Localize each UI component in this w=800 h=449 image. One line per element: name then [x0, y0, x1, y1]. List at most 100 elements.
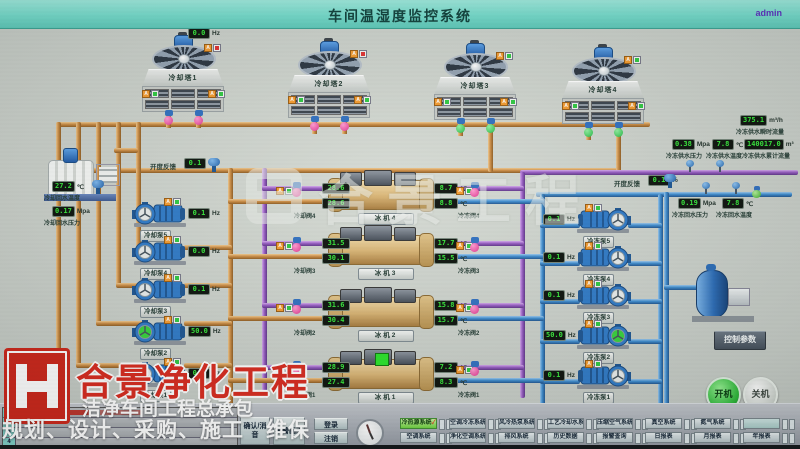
alarm-row[interactable]: 1	[3, 408, 237, 418]
water-pump[interactable]: 50.0Hz A 冷却泵2	[128, 314, 248, 358]
compressor-icon	[394, 289, 416, 303]
cooling-return-temp-label: 冷却回水温度	[44, 193, 80, 202]
nav-button[interactable]: 工艺冷却水系统✓	[547, 418, 584, 429]
nav-button[interactable]: ✓	[743, 418, 780, 429]
pump-frequency-display: 0.1Hz	[543, 290, 575, 301]
nav-button[interactable]: 净化空调系统✓	[449, 432, 486, 443]
cooling-in-temp-display: 31.5	[322, 238, 350, 249]
cooling-tower[interactable]: A 冷却塔2 A A	[286, 38, 372, 134]
tower-valve-icon[interactable]	[456, 118, 466, 133]
pump-icon	[575, 324, 631, 355]
tower-valve-icon[interactable]	[310, 116, 320, 131]
alarm-row-text	[16, 428, 237, 437]
tower-body: 冷却塔1	[142, 69, 224, 87]
nav-button[interactable]: 历史数据✓	[547, 432, 584, 443]
cooling-valve-icon[interactable]	[292, 361, 302, 376]
alarm-row-number: 1	[3, 408, 16, 417]
alarm-row[interactable]: 2	[3, 418, 237, 428]
butterfly-valve-icon[interactable]	[92, 180, 104, 194]
cooling-out-temp-display: 28.6	[322, 198, 350, 209]
water-pump[interactable]: 0.1Hz A 冷冻泵3	[543, 278, 663, 322]
cooling-return-pressure-display: 0.17Mpa	[52, 206, 90, 217]
alarm-row-number: 2	[3, 418, 16, 427]
nav-button[interactable]: 氮气系统✓	[694, 418, 731, 429]
nav-button[interactable]: 真空系统✓	[645, 418, 682, 429]
pipe	[664, 192, 669, 424]
plant-canvas: 27.2℃ 冷却回水温度 0.17Mpa 冷却回水压力 开度反馈 0.1% 开度…	[0, 28, 800, 403]
modulating-valve-icon[interactable]	[208, 158, 220, 172]
tower-label: 冷却塔4	[586, 86, 621, 96]
tower-label: 冷却塔2	[312, 80, 347, 90]
title-bar: 车间温湿度监控系统 admin	[0, 0, 800, 29]
control-params-button[interactable]: 控制参数	[714, 331, 766, 350]
water-pump[interactable]: 0.1Hz A 冷冻泵1	[543, 358, 663, 402]
tower-valve-icon[interactable]	[584, 122, 594, 137]
tower-valve-icon[interactable]	[486, 118, 496, 133]
tower-valve-icon[interactable]	[164, 110, 174, 125]
nav-button[interactable]: 月报表✓	[694, 432, 731, 443]
nav-button[interactable]: 报警查询✓	[596, 432, 633, 443]
cooling-valve-label: 冷却阀3	[294, 266, 315, 275]
compressor-icon	[364, 170, 392, 186]
nav-button[interactable]: 冷热源系统✓	[400, 418, 437, 429]
nav-button[interactable]: 日报表✓	[645, 432, 682, 443]
modulating-valve-icon[interactable]	[664, 174, 676, 188]
nav-button[interactable]: 空调系统✓	[400, 432, 437, 443]
expansion-tank[interactable]	[694, 266, 764, 324]
cooling-tower[interactable]: A 冷却塔4 A A	[560, 44, 646, 140]
nav-indicator	[782, 419, 795, 430]
supply-temp-display: 7.8℃	[712, 139, 743, 150]
tower-valve-icon[interactable]	[194, 110, 204, 125]
alarm-list[interactable]: 1 2 3 4	[2, 407, 238, 447]
cooling-tower[interactable]: 0.0Hz A 冷却塔1 A A	[140, 32, 226, 128]
chilled-valve-icon[interactable]	[470, 299, 480, 314]
water-pump[interactable]: 50.0Hz A 冷冻泵2	[543, 318, 663, 362]
nav-button[interactable]: 压缩空气系统✓	[596, 418, 633, 429]
chiller-unit[interactable]: 28.9 27.4 A 冷却阀1 冰机1 7.2℃ 8.3℃ A 冷冻阀1	[270, 357, 540, 407]
pressure-transmitter-icon	[702, 182, 710, 194]
cooling-in-temp-display: 31.6	[322, 300, 350, 311]
nav-button[interactable]: 空调冷冻系统✓	[449, 418, 486, 429]
nav-button[interactable]: 年报表✓	[743, 432, 780, 443]
chiller-unit[interactable]: 31.5 30.1 A 冷却阀3 冰机3 17.7℃ 15.5℃ A 冷冻阀3	[270, 233, 540, 283]
nav-button[interactable]: 排风系统✓	[498, 432, 535, 443]
tower-body: 冷却塔4	[562, 81, 644, 99]
cooling-valve-icon[interactable]	[292, 237, 302, 252]
cooling-valve-icon[interactable]	[292, 182, 302, 197]
login-button[interactable]: 登录	[314, 418, 348, 430]
cooling-tower[interactable]: A 冷却塔3 A A	[432, 40, 518, 136]
nav-indicator	[782, 433, 795, 444]
nav-button[interactable]: 风冷热泵系统✓	[498, 418, 535, 429]
chilled-valve-icon[interactable]	[470, 361, 480, 376]
ack-mute-button[interactable]: 确认/消音	[240, 417, 270, 445]
logged-in-user[interactable]: admin	[755, 8, 782, 18]
clock-widget	[356, 419, 384, 447]
shutoff-valve-icon[interactable]	[752, 186, 762, 198]
alarm-row[interactable]: 3	[3, 428, 237, 438]
pump-frequency-display: 0.1Hz	[543, 214, 575, 225]
tank-vessel	[696, 270, 728, 318]
chiller-unit[interactable]: 28.6 28.6 A 冷却阀4 冰机4 8.7℃ 8.8℃ A 冷冻阀4	[270, 178, 540, 228]
pump-frequency-display: 0.0Hz	[188, 246, 220, 257]
tower-fan-frequency-display: 0.0Hz	[188, 28, 220, 39]
cooling-valve-label: 冷却阀4	[294, 211, 315, 220]
water-pump[interactable]: 0.1Hz A 冷却泵3	[128, 272, 248, 316]
pump-icon	[132, 320, 188, 351]
alarm-page-button[interactable]: 报警画面	[273, 417, 305, 445]
chilled-valve-icon[interactable]	[470, 237, 480, 252]
cooling-return-pressure-label: 冷却回水压力	[44, 218, 80, 227]
pump-status-indicator: A	[585, 204, 602, 212]
tower-valve-icon[interactable]	[614, 122, 624, 137]
chiller-unit[interactable]: 31.6 30.4 A 冷却阀2 冰机2 15.8℃ 15.7℃ A 冷冻阀2	[270, 295, 540, 345]
cooling-out-temp-display: 30.4	[322, 315, 350, 326]
fan-status-indicator: A	[496, 52, 513, 60]
tower-status-indicator: A	[208, 90, 225, 98]
compressor-icon	[394, 227, 416, 241]
pump-frequency-display: 50.0Hz	[543, 330, 576, 341]
chilled-valve-icon[interactable]	[470, 182, 480, 197]
tower-status-indicator: A	[562, 102, 579, 110]
cooling-valve-icon[interactable]	[292, 299, 302, 314]
logout-button[interactable]: 注销	[314, 432, 348, 444]
water-pump[interactable]: 0.1Hz A 冷却泵1	[128, 356, 248, 400]
tower-valve-icon[interactable]	[340, 116, 350, 131]
